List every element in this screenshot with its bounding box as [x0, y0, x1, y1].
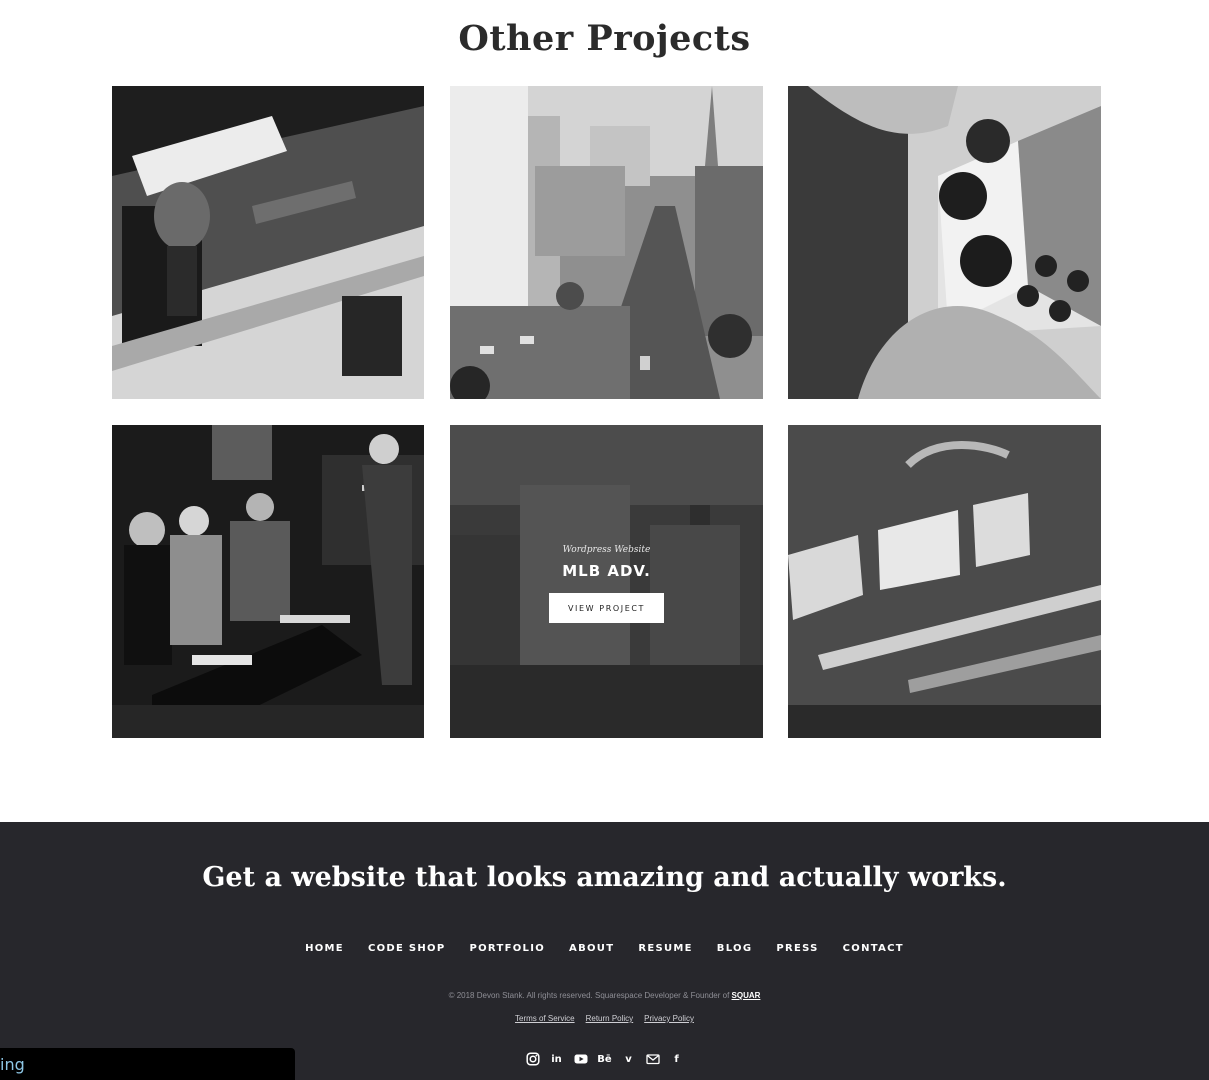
vimeo-icon[interactable]: v [622, 1052, 636, 1066]
iron-man-poster-photo [112, 86, 424, 399]
status-overlay-text: ing [0, 1055, 25, 1074]
status-overlay: ing [0, 1048, 295, 1080]
project-tile-2[interactable] [450, 86, 763, 399]
linkedin-icon[interactable]: in [550, 1052, 564, 1066]
footer-nav-home[interactable]: HOME [305, 943, 344, 954]
footer-nav-about[interactable]: ABOUT [569, 943, 614, 954]
project-tile-1[interactable] [112, 86, 424, 399]
footer-legal-links: Terms of Service Return Policy Privacy P… [0, 1014, 1209, 1023]
email-icon[interactable] [645, 1052, 660, 1066]
project-hover-overlay [450, 425, 763, 738]
youtube-icon[interactable] [574, 1052, 588, 1066]
tv-panel-set-photo [112, 425, 424, 738]
footer-copyright: © 2018 Devon Stank. All rights reserved.… [0, 991, 1209, 1000]
privacy-policy-link[interactable]: Privacy Policy [644, 1014, 694, 1023]
instagram-icon[interactable] [525, 1052, 540, 1066]
city-street-aerial-photo [450, 86, 763, 399]
view-project-button[interactable]: VIEW PROJECT [549, 593, 664, 623]
project-tile-4[interactable] [112, 425, 424, 738]
project-title: MLB ADV. [562, 562, 651, 580]
footer-nav-press[interactable]: PRESS [776, 943, 818, 954]
terms-of-service-link[interactable]: Terms of Service [515, 1014, 575, 1023]
game-controller-photo [788, 86, 1101, 399]
footer-nav-code-shop[interactable]: CODE SHOP [368, 943, 446, 954]
project-category: Wordpress Website [562, 545, 651, 555]
book-cover-typography-photo [788, 425, 1101, 738]
squar-link[interactable]: SQUAR [732, 991, 761, 1000]
behance-icon[interactable]: Bē [597, 1052, 611, 1066]
project-tile-6[interactable] [788, 425, 1101, 738]
project-tile-3[interactable] [788, 86, 1101, 399]
footer-nav-resume[interactable]: RESUME [638, 943, 692, 954]
site-footer: Get a website that looks amazing and act… [0, 822, 1209, 1080]
section-title: Other Projects [458, 18, 751, 59]
footer-nav: HOME CODE SHOP PORTFOLIO ABOUT RESUME BL… [0, 943, 1209, 954]
footer-nav-contact[interactable]: CONTACT [843, 943, 904, 954]
footer-cta-heading: Get a website that looks amazing and act… [202, 862, 1007, 893]
footer-nav-portfolio[interactable]: PORTFOLIO [470, 943, 546, 954]
project-tile-5[interactable]: Wordpress Website MLB ADV. VIEW PROJECT [450, 425, 763, 738]
return-policy-link[interactable]: Return Policy [586, 1014, 634, 1023]
copyright-text: © 2018 Devon Stank. All rights reserved.… [448, 991, 730, 1000]
footer-nav-blog[interactable]: BLOG [717, 943, 753, 954]
facebook-icon[interactable]: f [670, 1052, 684, 1066]
